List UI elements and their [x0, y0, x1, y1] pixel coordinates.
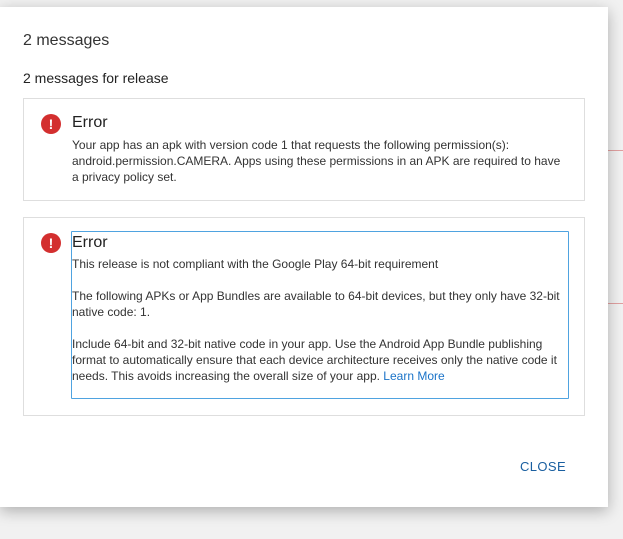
- messages-dialog: 2 messages 2 messages for release ! Erro…: [0, 7, 608, 507]
- error-paragraph: Include 64-bit and 32-bit native code in…: [72, 336, 566, 384]
- error-message-card: ! Error Your app has an apk with version…: [23, 98, 585, 201]
- selected-message-text[interactable]: Error This release is not compliant with…: [71, 231, 569, 399]
- error-paragraph: The following APKs or App Bundles are av…: [72, 289, 560, 319]
- error-body: Your app has an apk with version code 1 …: [72, 138, 561, 184]
- dialog-title: 2 messages: [23, 32, 110, 49]
- error-title: Error: [72, 234, 108, 251]
- section-title: 2 messages for release: [23, 70, 169, 86]
- learn-more-link[interactable]: Learn More: [383, 369, 444, 383]
- error-message-card: ! Error This release is not compliant wi…: [23, 217, 585, 416]
- close-button[interactable]: CLOSE: [516, 457, 570, 476]
- error-icon: !: [41, 114, 61, 134]
- error-paragraph-text: Include 64-bit and 32-bit native code in…: [72, 337, 557, 383]
- error-body: This release is not compliant with the G…: [72, 256, 566, 384]
- error-title: Error: [72, 114, 108, 131]
- error-paragraph: This release is not compliant with the G…: [72, 257, 439, 271]
- error-icon: !: [41, 233, 61, 253]
